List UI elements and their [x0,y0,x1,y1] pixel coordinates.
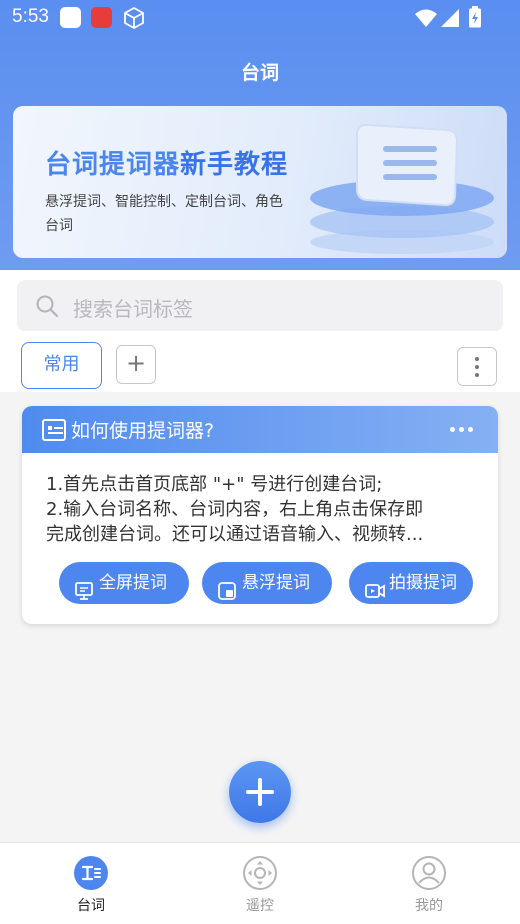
add-tag-button[interactable]: + [116,345,156,384]
fullscreen-prompt-button[interactable]: 全屏提词 [59,562,189,604]
tutorial-banner[interactable]: 台词提词器新手教程 悬浮提词、智能控制、定制台词、角色台词 [13,106,507,258]
float-window-icon [218,574,236,616]
shooting-prompt-button[interactable]: 拍摄提词 [349,562,473,604]
search-placeholder: 搜索台词标签 [73,297,193,321]
tab-remote[interactable]: 遥控 [200,843,320,924]
wifi-icon [414,8,438,32]
search-input[interactable]: 搜索台词标签 [17,280,503,331]
floating-prompt-button[interactable]: 悬浮提词 [202,562,332,604]
signal-icon [440,8,460,32]
card-header: 如何使用提词器? [22,406,498,453]
screen-icon [75,574,93,616]
button-label: 悬浮提词 [242,573,310,593]
search-icon [35,294,59,322]
script-icon [73,855,109,895]
bottom-tab-bar: 台词 遥控 我的 [0,842,520,924]
remote-control-icon [242,855,278,895]
tab-label: 台词 [77,898,105,914]
status-time: 5:53 [12,6,49,27]
tab-profile[interactable]: 我的 [369,843,489,924]
tab-label: 我的 [415,898,443,914]
profile-icon [411,855,447,895]
card-line: 1.首先点击首页底部 "+" 号进行创建台词; [46,474,383,495]
button-label: 拍摄提词 [389,573,457,593]
tab-script[interactable]: 台词 [31,843,151,924]
card-content: 1.首先点击首页底部 "+" 号进行创建台词; 2.输入台词名称、台词内容，右上… [46,472,476,547]
camera-video-icon [365,574,385,616]
status-bar: 5:53 [0,0,520,36]
more-dot [475,357,479,361]
cube-icon [122,6,146,34]
teleprompter-illustration [297,114,507,258]
more-options-button[interactable] [457,347,497,386]
more-dot [475,373,479,377]
card-line: 完成创建台词。还可以通过语音输入、视频转... [46,524,424,545]
card-title: 如何使用提词器? [71,420,215,442]
banner-subtitle: 悬浮提词、智能控制、定制台词、角色台词 [45,194,283,234]
plus-icon [258,778,262,806]
card-line: 2.输入台词名称、台词内容，右上角点击保存即 [46,499,424,520]
banner-title: 台词提词器新手教程 [45,144,288,181]
banner-title-part2: 新手教程 [180,150,289,180]
tag-common[interactable]: 常用 [21,342,102,389]
app-notification-icon [60,7,81,28]
script-card[interactable]: 如何使用提词器? 1.首先点击首页底部 "+" 号进行创建台词; 2.输入台词名… [22,406,498,624]
create-script-fab[interactable] [229,761,291,823]
banner-title-part1: 台词提词器 [45,150,181,180]
button-label: 全屏提词 [99,573,167,593]
battery-icon [468,6,482,32]
card-more-icon[interactable] [450,427,477,432]
page-title: 台词 [240,62,279,84]
script-list-icon [42,419,68,445]
more-dot [475,365,479,369]
tab-label: 遥控 [246,898,274,914]
music-app-icon [91,7,112,28]
